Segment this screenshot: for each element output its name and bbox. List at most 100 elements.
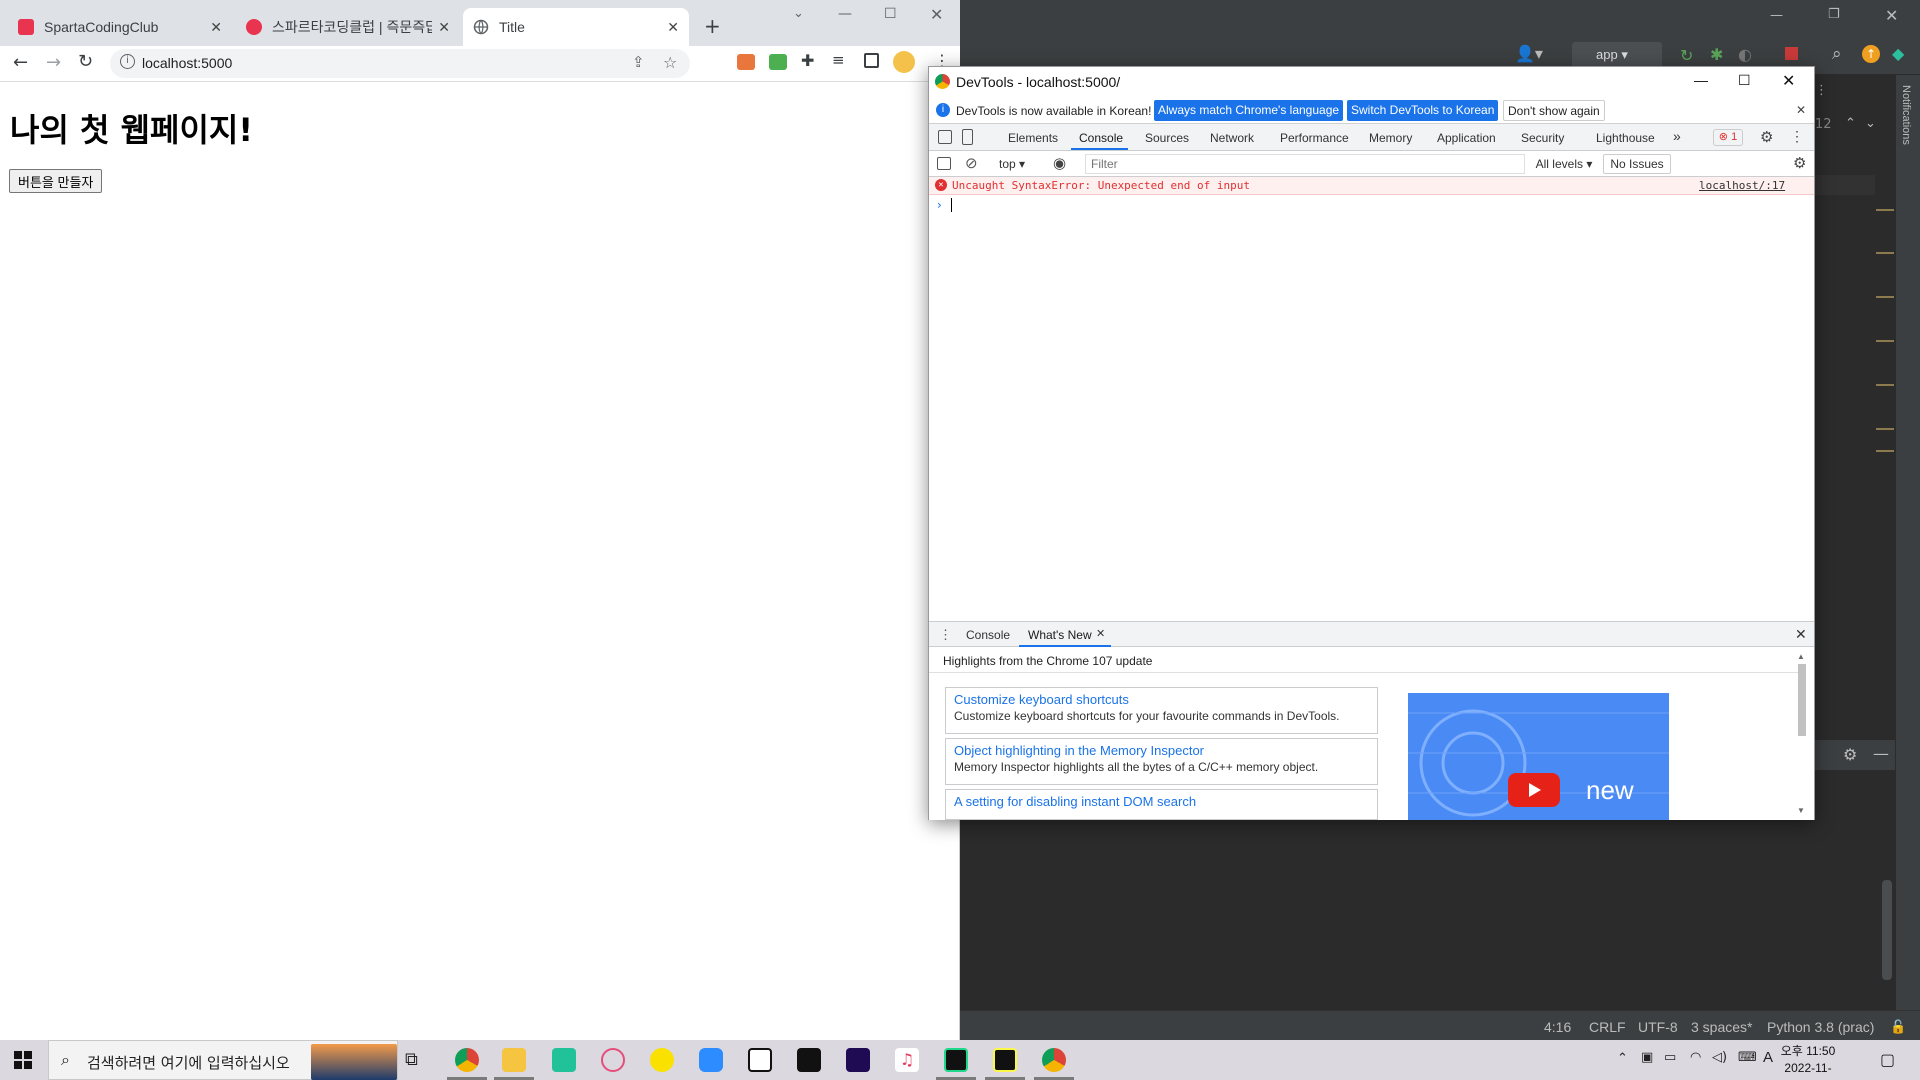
extension-icon[interactable]: [769, 54, 787, 70]
new-tab-button[interactable]: +: [704, 14, 721, 38]
drawer-tab-console[interactable]: Console: [966, 628, 1010, 642]
more-icon[interactable]: ⋮: [1790, 128, 1804, 145]
close-icon[interactable]: ✕: [438, 19, 450, 36]
taskbar-clock[interactable]: 오후 11:50 2022-11-08: [1778, 1043, 1838, 1080]
taskbar-search[interactable]: ⌕ 검색하려면 여기에 입력하십시오: [48, 1040, 398, 1080]
more-icon[interactable]: ⋮: [1815, 83, 1828, 98]
avatar[interactable]: [893, 51, 915, 73]
pycharm-ce-icon[interactable]: [993, 1048, 1017, 1072]
more-tabs-icon[interactable]: »: [1673, 128, 1681, 144]
stop-icon[interactable]: [1785, 47, 1798, 60]
indent-setting[interactable]: 3 spaces*: [1691, 1019, 1752, 1035]
tab-sparta-qna[interactable]: 스파르타코딩클럽 | 즉문즉답 ✕: [236, 8, 460, 46]
hide-icon[interactable]: —: [1873, 744, 1889, 763]
log-levels-select[interactable]: All levels ▾: [1532, 155, 1596, 173]
close-icon[interactable]: ✕: [1782, 71, 1795, 91]
ide-scrollbar[interactable]: [1882, 880, 1892, 980]
reload-icon[interactable]: ↻: [78, 51, 93, 72]
bookmark-star-icon[interactable]: ☆: [663, 53, 677, 72]
sticky-notes-icon[interactable]: [797, 1048, 821, 1072]
battery-icon[interactable]: ▭: [1664, 1050, 1676, 1065]
gear-icon[interactable]: ⚙: [1760, 128, 1773, 146]
close-icon[interactable]: ✕: [667, 19, 679, 36]
premiere-pro-icon[interactable]: [846, 1048, 870, 1072]
tab-search-icon[interactable]: ⌄: [793, 6, 804, 21]
close-drawer-icon[interactable]: ✕: [1795, 626, 1807, 643]
switch-to-korean-button[interactable]: Switch DevTools to Korean: [1347, 100, 1499, 121]
tab-title[interactable]: Title ✕: [463, 8, 689, 46]
restore-icon[interactable]: ❐: [1828, 7, 1840, 22]
debug-icon[interactable]: ✱: [1710, 45, 1723, 64]
tab-sources[interactable]: Sources: [1145, 131, 1189, 145]
notion-icon[interactable]: [748, 1048, 772, 1072]
python-interpreter[interactable]: Python 3.8 (prac): [1767, 1019, 1874, 1035]
extension-icon[interactable]: [737, 54, 755, 70]
chrome-taskbar-icon[interactable]: [455, 1048, 479, 1072]
console-input-area[interactable]: ›: [929, 195, 1814, 621]
whats-new-item[interactable]: A setting for disabling instant DOM sear…: [945, 789, 1378, 820]
tab-network[interactable]: Network: [1210, 131, 1254, 145]
gear-icon[interactable]: ⚙: [1843, 745, 1857, 764]
update-icon[interactable]: ↑: [1862, 45, 1880, 63]
task-view-icon[interactable]: ⧉: [405, 1049, 418, 1070]
filter-input[interactable]: [1085, 154, 1525, 174]
share-icon[interactable]: ⇪: [632, 53, 645, 71]
vuetify-icon[interactable]: [552, 1048, 576, 1072]
always-match-language-button[interactable]: Always match Chrome's language: [1154, 100, 1344, 121]
media-icon[interactable]: ≡: [832, 51, 845, 69]
sidebar-icon[interactable]: [937, 157, 951, 170]
meet-now-icon[interactable]: ▣: [1641, 1050, 1653, 1065]
chrome-taskbar-icon[interactable]: [1042, 1048, 1066, 1072]
tab-console[interactable]: Console: [1079, 131, 1123, 145]
side-panel-icon[interactable]: [864, 53, 879, 68]
close-icon[interactable]: ✕: [1096, 627, 1105, 640]
caret-position[interactable]: 4:16: [1544, 1019, 1571, 1035]
puzzle-icon[interactable]: ✚: [801, 51, 814, 70]
scroll-thumb[interactable]: [1798, 664, 1806, 736]
pycharm-icon[interactable]: [944, 1048, 968, 1072]
coverage-icon[interactable]: ◐: [1738, 45, 1752, 64]
error-source-link[interactable]: localhost/:17: [1699, 179, 1785, 192]
tab-memory[interactable]: Memory: [1369, 131, 1412, 145]
close-icon[interactable]: ✕: [210, 19, 222, 36]
drawer-menu-icon[interactable]: ⋮: [939, 627, 952, 643]
itunes-icon[interactable]: ♫: [895, 1048, 919, 1072]
maximize-icon[interactable]: ☐: [884, 6, 897, 22]
device-toolbar-icon[interactable]: [962, 129, 973, 145]
back-icon[interactable]: ←: [13, 52, 28, 73]
file-explorer-icon[interactable]: [502, 1048, 526, 1072]
volume-icon[interactable]: ◁): [1712, 1050, 1727, 1065]
tab-sparta[interactable]: SpartaCodingClub ✕: [8, 8, 232, 46]
minimize-icon[interactable]: —: [838, 6, 852, 22]
tab-elements[interactable]: Elements: [1008, 131, 1058, 145]
minimize-icon[interactable]: —: [1694, 72, 1708, 88]
file-encoding[interactable]: UTF-8: [1638, 1019, 1678, 1035]
notification-center-icon[interactable]: ▢: [1880, 1050, 1895, 1069]
search-icon[interactable]: ⌕: [1832, 44, 1842, 64]
windows-start-icon[interactable]: [14, 1051, 32, 1069]
line-separator[interactable]: CRLF: [1589, 1019, 1626, 1035]
close-icon[interactable]: ✕: [1796, 103, 1806, 117]
ime-indicator[interactable]: A: [1763, 1049, 1773, 1066]
maximize-icon[interactable]: ☐: [1738, 72, 1751, 89]
wifi-icon[interactable]: ◠: [1690, 1050, 1701, 1065]
kakaotalk-icon[interactable]: [650, 1048, 674, 1072]
tab-lighthouse[interactable]: Lighthouse: [1596, 131, 1655, 145]
zoom-icon[interactable]: [699, 1048, 723, 1072]
tab-performance[interactable]: Performance: [1280, 131, 1349, 145]
inspect-icon[interactable]: [938, 130, 952, 144]
tab-security[interactable]: Security: [1521, 131, 1564, 145]
info-icon[interactable]: i: [120, 54, 135, 69]
whats-new-item[interactable]: Customize keyboard shortcuts Customize k…: [945, 687, 1378, 734]
close-icon[interactable]: ✕: [1885, 6, 1898, 25]
lock-icon[interactable]: 🔓: [1890, 1019, 1906, 1035]
snipping-tool-icon[interactable]: [601, 1048, 625, 1072]
whats-new-item[interactable]: Object highlighting in the Memory Inspec…: [945, 738, 1378, 785]
play-button-icon[interactable]: [1508, 773, 1560, 807]
issues-button[interactable]: No Issues: [1603, 154, 1671, 174]
drawer-tab-whats-new[interactable]: What's New: [1028, 628, 1092, 642]
plugin-icon[interactable]: ◆: [1892, 44, 1904, 63]
minimize-icon[interactable]: —: [1770, 8, 1783, 23]
error-counter[interactable]: ⊗ 1: [1713, 129, 1743, 146]
gear-icon[interactable]: ⚙: [1793, 154, 1806, 172]
